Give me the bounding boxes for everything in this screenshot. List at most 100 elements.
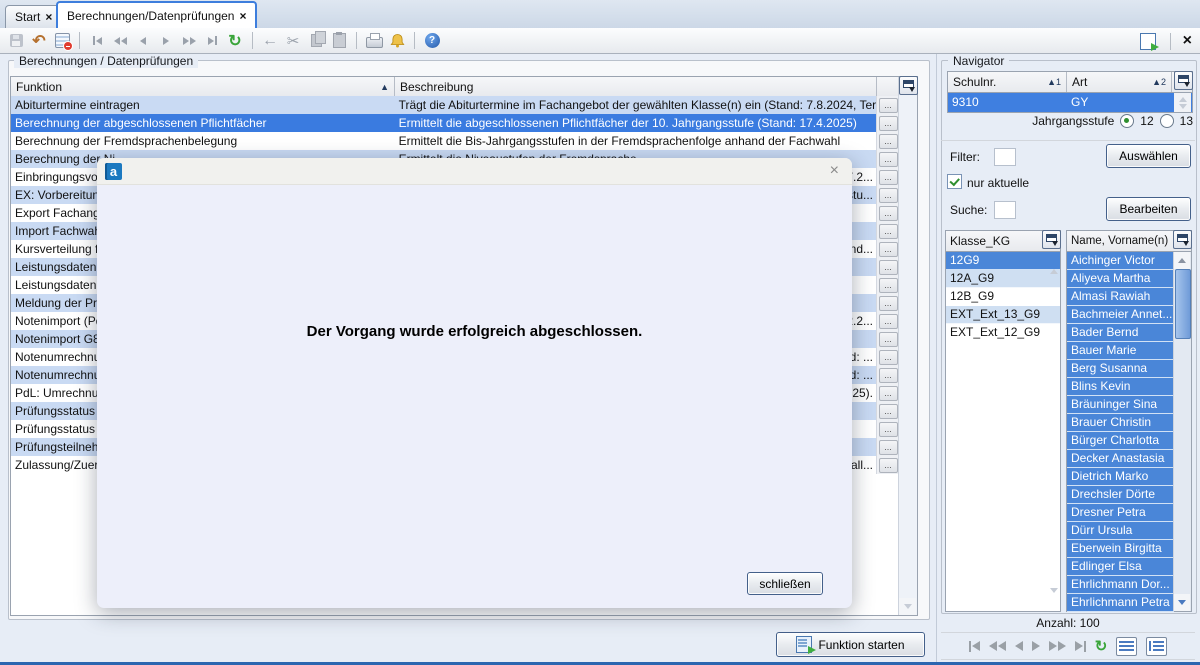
scroll-up-icon[interactable] — [1174, 252, 1190, 269]
table-row[interactable]: Berechnung der FremdsprachenbelegungErmi… — [11, 132, 899, 150]
name-list-item[interactable]: Aichinger Victor — [1067, 252, 1174, 270]
back-arrow-icon[interactable]: ← — [260, 31, 280, 51]
column-chooser-button[interactable] — [899, 76, 918, 95]
row-actions-button[interactable]: ... — [879, 386, 898, 401]
next-record-icon[interactable] — [156, 31, 176, 51]
column-chooser-button[interactable] — [1173, 230, 1192, 249]
scrollbar-thumb[interactable] — [1175, 269, 1191, 339]
table-row[interactable]: Berechnung der abgeschlossenen Pflichtfä… — [11, 114, 899, 132]
first-record-icon[interactable] — [969, 641, 980, 652]
column-chooser-button[interactable] — [1042, 230, 1061, 249]
row-actions-button[interactable]: ... — [879, 188, 898, 203]
last-record-icon[interactable] — [1075, 641, 1086, 652]
name-list-item[interactable]: Blins Kevin — [1067, 378, 1174, 396]
undo-icon[interactable]: ↶ — [29, 31, 49, 51]
notification-bell-icon[interactable] — [387, 31, 407, 51]
name-list-item[interactable]: Bräuninger Sina — [1067, 396, 1174, 414]
save-icon[interactable] — [6, 31, 26, 51]
row-actions-button[interactable]: ... — [879, 116, 898, 131]
name-list-item[interactable]: Dürr Ursula — [1067, 522, 1174, 540]
filter-input[interactable] — [994, 148, 1016, 166]
name-list-item[interactable]: Ehrlichmann Petra — [1067, 594, 1174, 612]
previous-record-icon[interactable] — [133, 31, 153, 51]
row-actions-button[interactable]: ... — [879, 332, 898, 347]
row-actions-button[interactable]: ... — [879, 134, 898, 149]
name-list-item[interactable]: Dresner Petra — [1067, 504, 1174, 522]
print-icon[interactable] — [364, 31, 384, 51]
fast-back-icon[interactable] — [110, 31, 130, 51]
fast-back-icon[interactable] — [989, 641, 1006, 651]
row-actions-button[interactable]: ... — [879, 404, 898, 419]
tab-close-icon[interactable]: × — [45, 12, 52, 22]
radio-jgst-12[interactable] — [1120, 114, 1134, 128]
row-actions-button[interactable]: ... — [879, 422, 898, 437]
last-record-icon[interactable] — [202, 31, 222, 51]
column-header-art[interactable]: Art ▲2 — [1067, 72, 1172, 92]
tab-close-icon[interactable]: × — [239, 11, 246, 21]
bearbeiten-button[interactable]: Bearbeiten — [1106, 197, 1191, 221]
close-view-icon[interactable]: × — [1183, 32, 1192, 50]
name-list-item[interactable]: Ehrlichmann Dor... — [1067, 576, 1174, 594]
klasse-list-item[interactable]: 12A_G9 — [946, 270, 1060, 288]
refresh-icon[interactable]: ↻ — [1095, 637, 1108, 655]
detail-view-icon[interactable] — [1146, 637, 1167, 656]
fast-forward-icon[interactable] — [179, 31, 199, 51]
row-actions-button[interactable]: ... — [879, 458, 898, 473]
row-actions-button[interactable]: ... — [879, 224, 898, 239]
nur-aktuelle-checkbox[interactable] — [947, 174, 962, 189]
reload-view-icon[interactable] — [1138, 31, 1158, 51]
row-actions-button[interactable]: ... — [879, 260, 898, 275]
name-list-item[interactable]: Brauer Christin — [1067, 414, 1174, 432]
discard-record-icon[interactable] — [52, 31, 72, 51]
name-list-item[interactable]: Bachmeier Annet... — [1067, 306, 1174, 324]
name-list-item[interactable]: Eberwein Birgitta — [1067, 540, 1174, 558]
school-row[interactable]: 9310 GY — [948, 93, 1192, 112]
previous-record-icon[interactable] — [1015, 641, 1023, 651]
klasse-list-item[interactable]: 12G9 — [946, 252, 1060, 270]
funktion-starten-button[interactable]: Funktion starten — [776, 632, 925, 657]
name-list-item[interactable]: Decker Anastasia — [1067, 450, 1174, 468]
auswaehlen-button[interactable]: Auswählen — [1106, 144, 1191, 168]
radio-jgst-13[interactable] — [1160, 114, 1174, 128]
row-actions-button[interactable]: ... — [879, 206, 898, 221]
refresh-icon[interactable]: ↻ — [225, 31, 245, 51]
row-actions-button[interactable]: ... — [879, 170, 898, 185]
name-list-item[interactable]: Almasi Rawiah — [1067, 288, 1174, 306]
dialog-titlebar[interactable]: a × — [97, 158, 852, 185]
row-actions-button[interactable]: ... — [879, 242, 898, 257]
scroll-down-icon[interactable] — [899, 598, 916, 615]
name-list-item[interactable]: Drechsler Dörte — [1067, 486, 1174, 504]
column-header-beschreibung[interactable]: Beschreibung — [395, 77, 877, 96]
name-list-item[interactable]: Dietrich Marko — [1067, 468, 1174, 486]
paste-icon[interactable] — [329, 31, 349, 51]
name-list-item[interactable]: Edlinger Elsa — [1067, 558, 1174, 576]
row-actions-button[interactable]: ... — [879, 296, 898, 311]
column-header-schulnr[interactable]: Schulnr. ▲1 — [948, 72, 1067, 92]
row-actions-button[interactable]: ... — [879, 314, 898, 329]
help-icon[interactable]: ? — [422, 31, 442, 51]
column-header-funktion[interactable]: Funktion ▲ — [11, 77, 395, 96]
name-list-item[interactable]: Bürger Charlotta — [1067, 432, 1174, 450]
name-list-item[interactable]: Bader Bernd — [1067, 324, 1174, 342]
klasse-list-item[interactable]: EXT_Ext_13_G9 — [946, 306, 1060, 324]
name-list-item[interactable]: Berg Susanna — [1067, 360, 1174, 378]
dialog-close-icon[interactable]: × — [830, 162, 839, 180]
schliessen-button[interactable]: schließen — [747, 572, 823, 595]
row-actions-button[interactable]: ... — [879, 350, 898, 365]
tab-berechnungen[interactable]: Berechnungen/Datenprüfungen × — [56, 1, 257, 28]
name-list-scrollbar[interactable] — [1173, 252, 1191, 611]
suche-input[interactable] — [994, 201, 1016, 219]
next-record-icon[interactable] — [1032, 641, 1040, 651]
klasse-list-item[interactable]: EXT_Ext_12_G9 — [946, 324, 1060, 342]
klasse-list-item[interactable]: 12B_G9 — [946, 288, 1060, 306]
row-actions-button[interactable]: ... — [879, 278, 898, 293]
list-view-icon[interactable] — [1116, 637, 1137, 656]
row-actions-button[interactable]: ... — [879, 368, 898, 383]
first-record-icon[interactable] — [87, 31, 107, 51]
table-scrollbar[interactable] — [898, 77, 917, 615]
name-list-item[interactable]: Aliyeva Martha — [1067, 270, 1174, 288]
row-actions-button[interactable]: ... — [879, 440, 898, 455]
table-row[interactable]: Abiturtermine eintragenTrägt die Abiturt… — [11, 96, 899, 114]
scroll-down-icon[interactable] — [1174, 594, 1190, 611]
name-list-item[interactable]: Bauer Marie — [1067, 342, 1174, 360]
